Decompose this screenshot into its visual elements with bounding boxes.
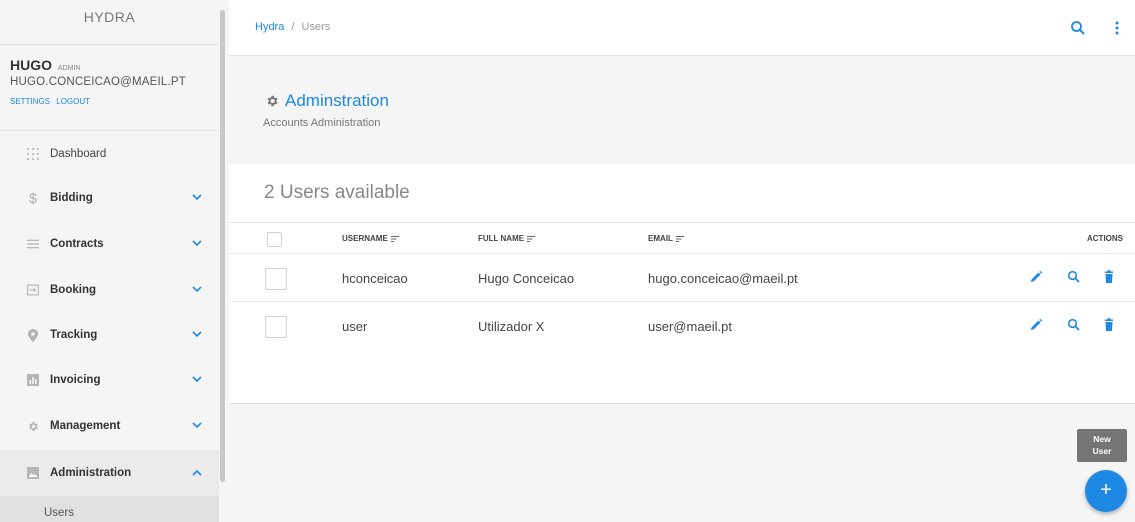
edit-icon[interactable] [1029, 270, 1043, 284]
chevron-down-icon[interactable] [192, 238, 202, 248]
cell-email: hugo.conceicao@maeil.pt [648, 271, 798, 286]
user-email: HUGO.CONCEICAO@MAEIL.PT [10, 76, 187, 88]
chevron-down-icon[interactable] [192, 192, 202, 202]
users-card: 2 Users available USERNAME FULL NAME EMA… [229, 164, 1135, 404]
user-name: HUGO [10, 57, 52, 73]
view-search-icon[interactable] [1067, 318, 1081, 332]
row-checkbox[interactable] [265, 268, 287, 290]
table-row: user Utilizador X user@maeil.pt [229, 302, 1135, 350]
users-count: 2 Users available [264, 182, 410, 203]
dollar-icon: $ [29, 190, 37, 206]
delete-icon[interactable] [1102, 270, 1116, 284]
sidebar-subitem-users[interactable]: Users [0, 496, 219, 522]
chevron-up-icon[interactable] [192, 468, 202, 478]
user-role: ADMIN [57, 65, 81, 72]
location-pin-icon [27, 328, 39, 342]
column-username[interactable]: USERNAME [342, 234, 399, 243]
gear-icon [267, 95, 278, 107]
brand-logo: HYDRA [0, 0, 219, 45]
sidebar-item-booking[interactable]: Booking [0, 270, 219, 310]
chevron-down-icon[interactable] [192, 374, 202, 384]
page-subtitle: Accounts Administration [263, 117, 381, 129]
image-icon [27, 467, 39, 479]
breadcrumb-root-link[interactable]: Hydra [255, 21, 284, 33]
sort-icon [390, 235, 399, 242]
settings-link[interactable]: SETTINGS [10, 97, 50, 106]
cell-email: user@maeil.pt [648, 319, 733, 334]
more-vertical-icon[interactable] [1109, 20, 1125, 36]
row-checkbox[interactable] [265, 316, 287, 338]
logout-link[interactable]: LOGOUT [56, 97, 90, 106]
chevron-down-icon[interactable] [192, 420, 202, 430]
gear-icon [27, 420, 39, 432]
chevron-down-icon[interactable] [192, 329, 202, 339]
cell-full-name: Hugo Conceicao [478, 271, 575, 286]
user-profile: HUGO ADMIN HUGO.CONCEICAO@MAEIL.PT SETTI… [0, 45, 219, 131]
select-all-checkbox[interactable] [267, 232, 282, 247]
sort-icon [527, 235, 536, 242]
edit-icon[interactable] [1029, 318, 1043, 332]
cell-username: user [342, 319, 368, 334]
sidebar-item-administration[interactable]: Administration [0, 450, 219, 496]
new-user-button[interactable]: + [1085, 470, 1127, 512]
breadcrumb-separator: / [291, 21, 295, 33]
delete-icon[interactable] [1102, 318, 1116, 332]
cell-username: hconceicao [342, 271, 408, 286]
column-email[interactable]: EMAIL [648, 234, 684, 243]
bar-chart-icon [27, 374, 39, 386]
list-icon [27, 238, 39, 250]
sidebar-item-tracking[interactable]: Tracking [0, 315, 219, 355]
sidebar-scrollbar[interactable] [220, 10, 225, 482]
login-icon [27, 284, 39, 296]
column-full-name[interactable]: FULL NAME [478, 234, 536, 243]
cell-full-name: Utilizador X [478, 319, 545, 334]
sort-icon [675, 235, 684, 242]
breadcrumb-current: Users [301, 21, 331, 33]
table-row: hconceicao Hugo Conceicao hugo.conceicao… [229, 254, 1135, 302]
sidebar-item-bidding[interactable]: $ Bidding [0, 178, 219, 218]
page-header: Adminstration Accounts Administration [229, 56, 1135, 164]
sidebar-item-invoicing[interactable]: Invoicing [0, 360, 219, 400]
sidebar-item-contracts[interactable]: Contracts [0, 224, 219, 264]
sidebar-item-dashboard[interactable]: Dashboard [0, 134, 219, 174]
page-title: Adminstration [265, 91, 389, 111]
chevron-down-icon[interactable] [192, 284, 202, 294]
breadcrumb: Hydra / Users [255, 21, 330, 33]
column-actions: ACTIONS [1087, 234, 1123, 243]
top-bar: Hydra / Users [229, 0, 1135, 56]
new-user-tooltip: New User [1077, 429, 1127, 462]
view-search-icon[interactable] [1067, 270, 1081, 284]
dashboard-icon [27, 148, 39, 160]
sidebar: HYDRA HUGO ADMIN HUGO.CONCEICAO@MAEIL.PT… [0, 0, 219, 522]
table-header: USERNAME FULL NAME EMAIL ACTIONS [229, 222, 1135, 254]
search-icon[interactable] [1070, 20, 1086, 36]
sidebar-item-management[interactable]: Management [0, 406, 219, 446]
